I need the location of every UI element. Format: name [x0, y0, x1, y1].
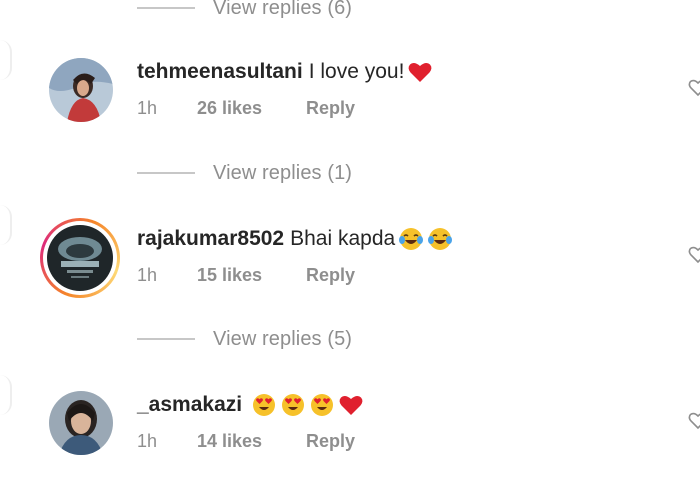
- comment-item: tehmeenasultani I love you! 1h 26 likes …: [0, 58, 700, 148]
- view-replies-button[interactable]: View replies (1): [137, 159, 352, 187]
- red-heart-icon: [407, 59, 433, 85]
- view-replies-label: View replies (6): [213, 0, 353, 19]
- like-heart-icon[interactable]: [688, 411, 700, 431]
- divider-line: [137, 7, 195, 9]
- comment-text: Bhai kapda: [290, 227, 396, 250]
- username[interactable]: rajakumar8502: [137, 225, 284, 253]
- heart-eyes-icon: [251, 392, 277, 418]
- timestamp: 1h: [137, 431, 158, 451]
- likes-count[interactable]: 14 likes: [197, 431, 289, 452]
- tears-of-joy-icon: [398, 226, 424, 252]
- comment-meta: 1h 14 likes Reply: [137, 431, 355, 452]
- view-replies-button[interactable]: View replies (6): [137, 0, 352, 22]
- red-heart-icon: [338, 392, 364, 418]
- comment-text-line: tehmeenasultani I love you!: [137, 58, 433, 86]
- comment-item: _asmakazi 1h 14 likes Reply: [0, 391, 700, 481]
- comment-meta: 1h 15 likes Reply: [137, 265, 355, 286]
- avatar: [47, 225, 113, 291]
- view-replies-label: View replies (5): [213, 327, 353, 350]
- reply-button[interactable]: Reply: [306, 98, 355, 119]
- view-replies-button[interactable]: View replies (5): [137, 325, 352, 353]
- view-replies-label: View replies (1): [213, 161, 353, 184]
- username[interactable]: _asmakazi: [137, 391, 242, 419]
- comment-item: rajakumar8502 Bhai kapda 1h 15 likes Rep…: [0, 218, 700, 315]
- comment-meta: 1h 26 likes Reply: [137, 98, 355, 119]
- likes-count[interactable]: 15 likes: [197, 265, 289, 286]
- avatar[interactable]: [49, 391, 113, 455]
- timestamp: 1h: [137, 265, 158, 285]
- like-heart-icon[interactable]: [688, 245, 700, 265]
- divider-line: [137, 172, 195, 174]
- tears-of-joy-icon: [427, 226, 453, 252]
- avatar[interactable]: [49, 58, 113, 122]
- comment-text: I love you!: [308, 60, 405, 83]
- like-heart-icon[interactable]: [688, 78, 700, 98]
- divider-line: [137, 338, 195, 340]
- reply-button[interactable]: Reply: [306, 431, 355, 452]
- reply-button[interactable]: Reply: [306, 265, 355, 286]
- comment-text-line: rajakumar8502 Bhai kapda: [137, 225, 453, 253]
- username[interactable]: tehmeenasultani: [137, 58, 303, 86]
- heart-eyes-icon: [309, 392, 335, 418]
- heart-eyes-icon: [280, 392, 306, 418]
- avatar-with-story-ring[interactable]: [40, 218, 120, 298]
- comment-text-line: _asmakazi: [137, 391, 364, 419]
- likes-count[interactable]: 26 likes: [197, 98, 289, 119]
- timestamp: 1h: [137, 98, 158, 118]
